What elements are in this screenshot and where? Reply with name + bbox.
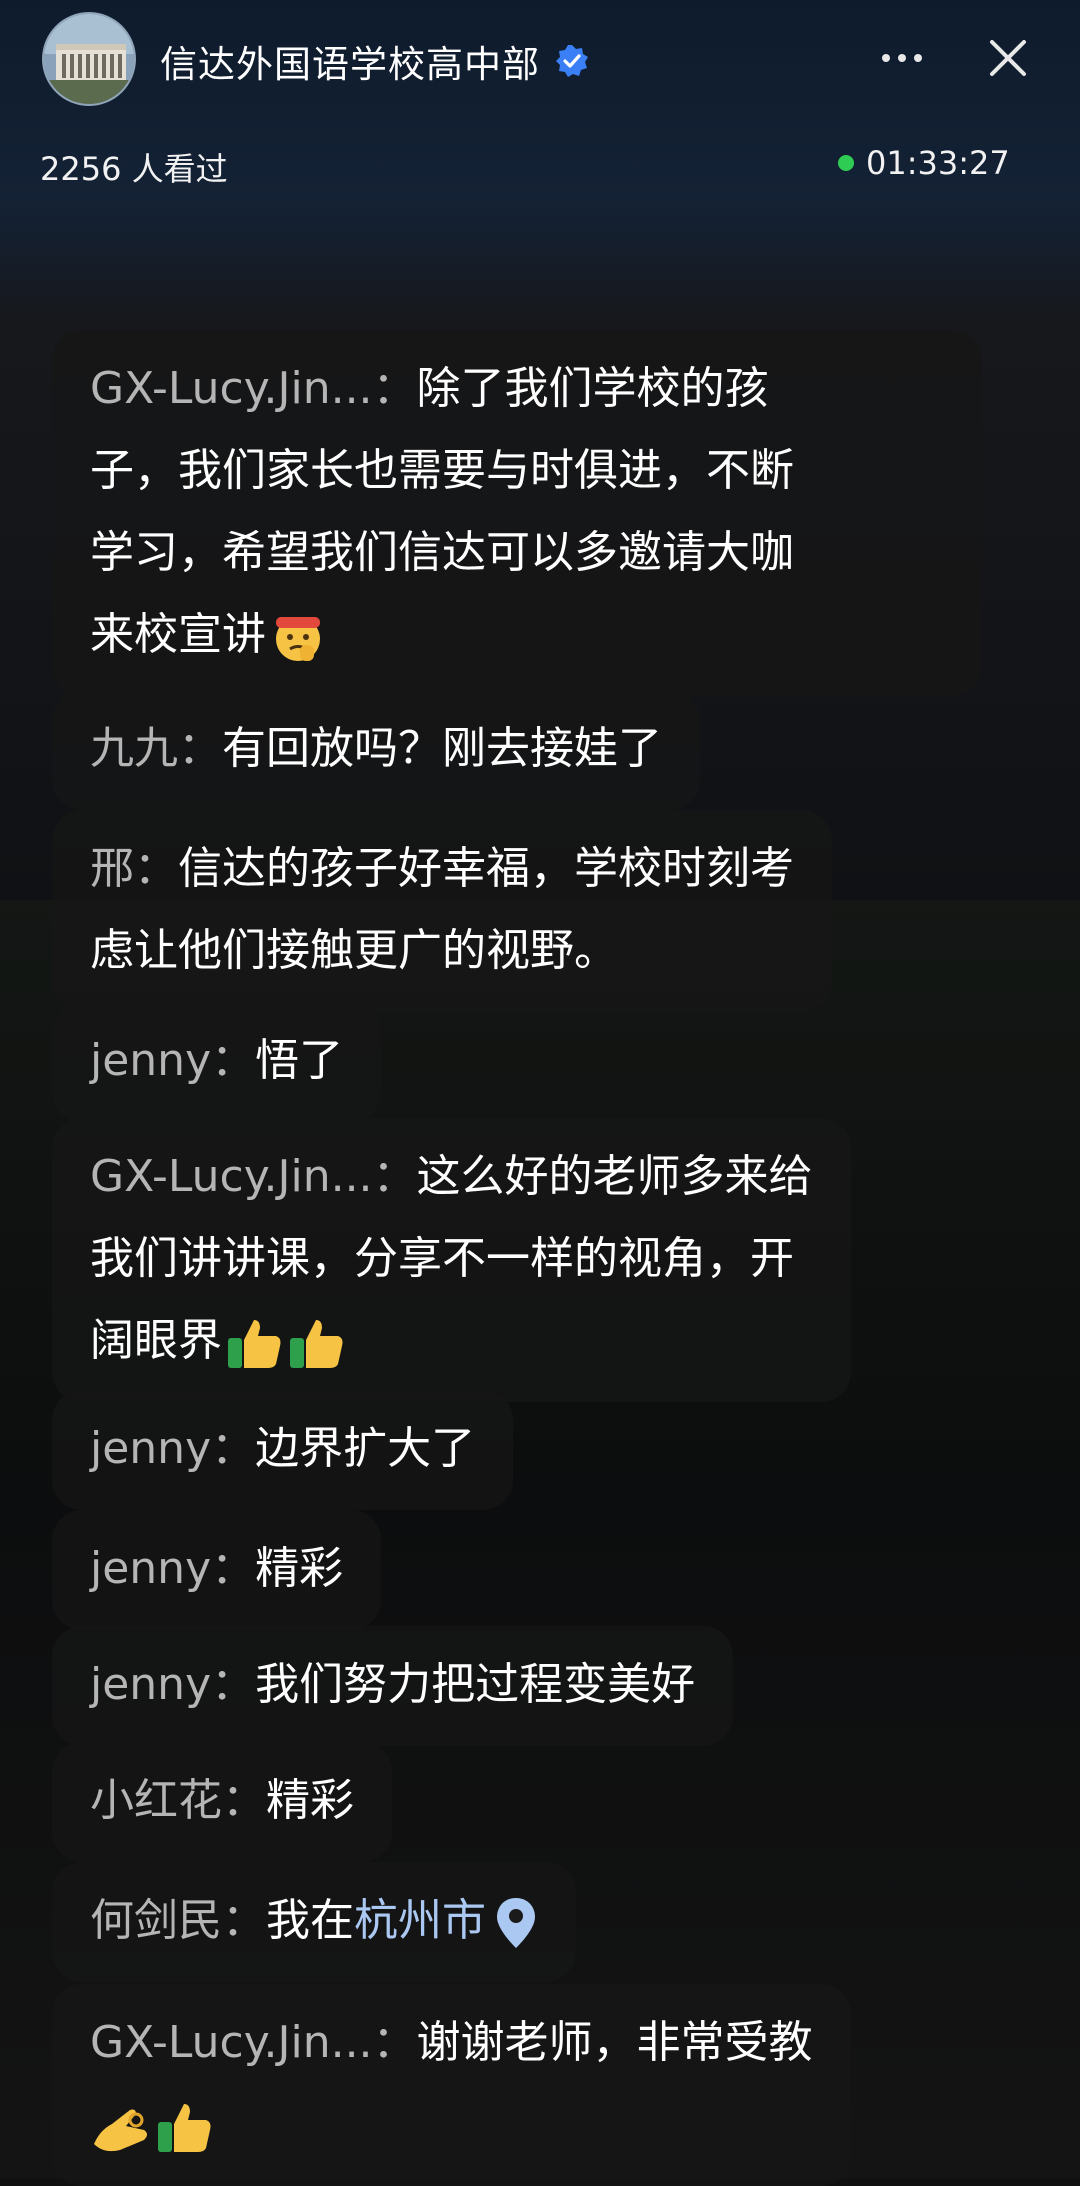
chat-username[interactable]: 九九 [90, 723, 178, 774]
chat-text: 除了我们学校的孩 [416, 363, 769, 414]
ok-hand-icon [94, 2109, 147, 2152]
chat-username[interactable]: jenny [90, 1543, 211, 1594]
chat-username[interactable]: 小红花 [90, 1775, 222, 1826]
thinking-face-emoji-icon [276, 617, 320, 661]
chat-text: 虑让他们接触更广的视野。 [90, 925, 618, 976]
thumbs-up-icon [290, 1320, 343, 1368]
chat-username[interactable]: jenny [90, 1423, 211, 1474]
chat-text: 边界扩大了 [255, 1423, 476, 1474]
chat-username[interactable]: GX-Lucy.Jin... [90, 1151, 373, 1202]
thumbs-up-icon [228, 1320, 281, 1368]
chat-username[interactable]: jenny [90, 1659, 211, 1710]
thumbs-up-icon [158, 2104, 211, 2152]
chat-text: 这么好的老师多来给 [416, 1151, 813, 1202]
chat-username[interactable]: GX-Lucy.Jin... [90, 363, 373, 414]
chat-message[interactable]: 小红花：精彩 [52, 1742, 392, 1862]
chat-text: 子，我们家长也需要与时俱进，不断 [90, 445, 794, 496]
chat-text: 谢谢老师，非常受教 [416, 2017, 813, 2068]
chat-text: 精彩 [255, 1543, 344, 1594]
chat-list[interactable]: GX-Lucy.Jin...：除了我们学校的孩 子，我们家长也需要与时俱进，不断… [0, 0, 1080, 2186]
chat-text: 我们努力把过程变美好 [255, 1659, 696, 1710]
chat-message[interactable]: 九九：有回放吗？刚去接娃了 [52, 690, 700, 810]
chat-text: 来校宣讲 [90, 609, 266, 660]
chat-text: 信达的孩子好幸福，学校时刻考 [178, 843, 794, 894]
chat-text: 有回放吗？刚去接娃了 [222, 723, 662, 774]
chat-text: 悟了 [255, 1035, 344, 1086]
chat-text: 学习，希望我们信达可以多邀请大咖 [90, 527, 794, 578]
chat-message[interactable]: jenny：悟了 [52, 1002, 382, 1122]
chat-username[interactable]: 何剑民 [90, 1895, 222, 1946]
chat-message[interactable]: 何剑民：我在杭州市 [52, 1862, 576, 1982]
chat-text: 我在 [266, 1895, 354, 1946]
chat-message[interactable]: GX-Lucy.Jin...：除了我们学校的孩 子，我们家长也需要与时俱进，不断… [52, 330, 982, 696]
chat-text: 阔眼界 [90, 1315, 222, 1366]
chat-username[interactable]: GX-Lucy.Jin... [90, 2017, 373, 2068]
chat-text: 我们讲讲课，分享不一样的视角，开 [90, 1233, 794, 1284]
chat-message[interactable]: jenny：精彩 [52, 1510, 382, 1630]
chat-message[interactable]: 邢：信达的孩子好幸福，学校时刻考 虑让他们接触更广的视野。 [52, 810, 832, 1012]
chat-text: 精彩 [266, 1775, 354, 1826]
location-pin-icon [497, 1898, 535, 1948]
chat-message[interactable]: jenny：我们努力把过程变美好 [52, 1626, 734, 1746]
chat-username[interactable]: 邢 [90, 843, 134, 894]
location-link[interactable]: 杭州市 [354, 1895, 486, 1946]
chat-message[interactable]: GX-Lucy.Jin...：这么好的老师多来给 我们讲讲课，分享不一样的视角，… [52, 1118, 851, 1402]
chat-message[interactable]: GX-Lucy.Jin...：谢谢老师，非常受教 [52, 1984, 851, 2186]
chat-username[interactable]: jenny [90, 1035, 211, 1086]
chat-message[interactable]: jenny：边界扩大了 [52, 1390, 514, 1510]
